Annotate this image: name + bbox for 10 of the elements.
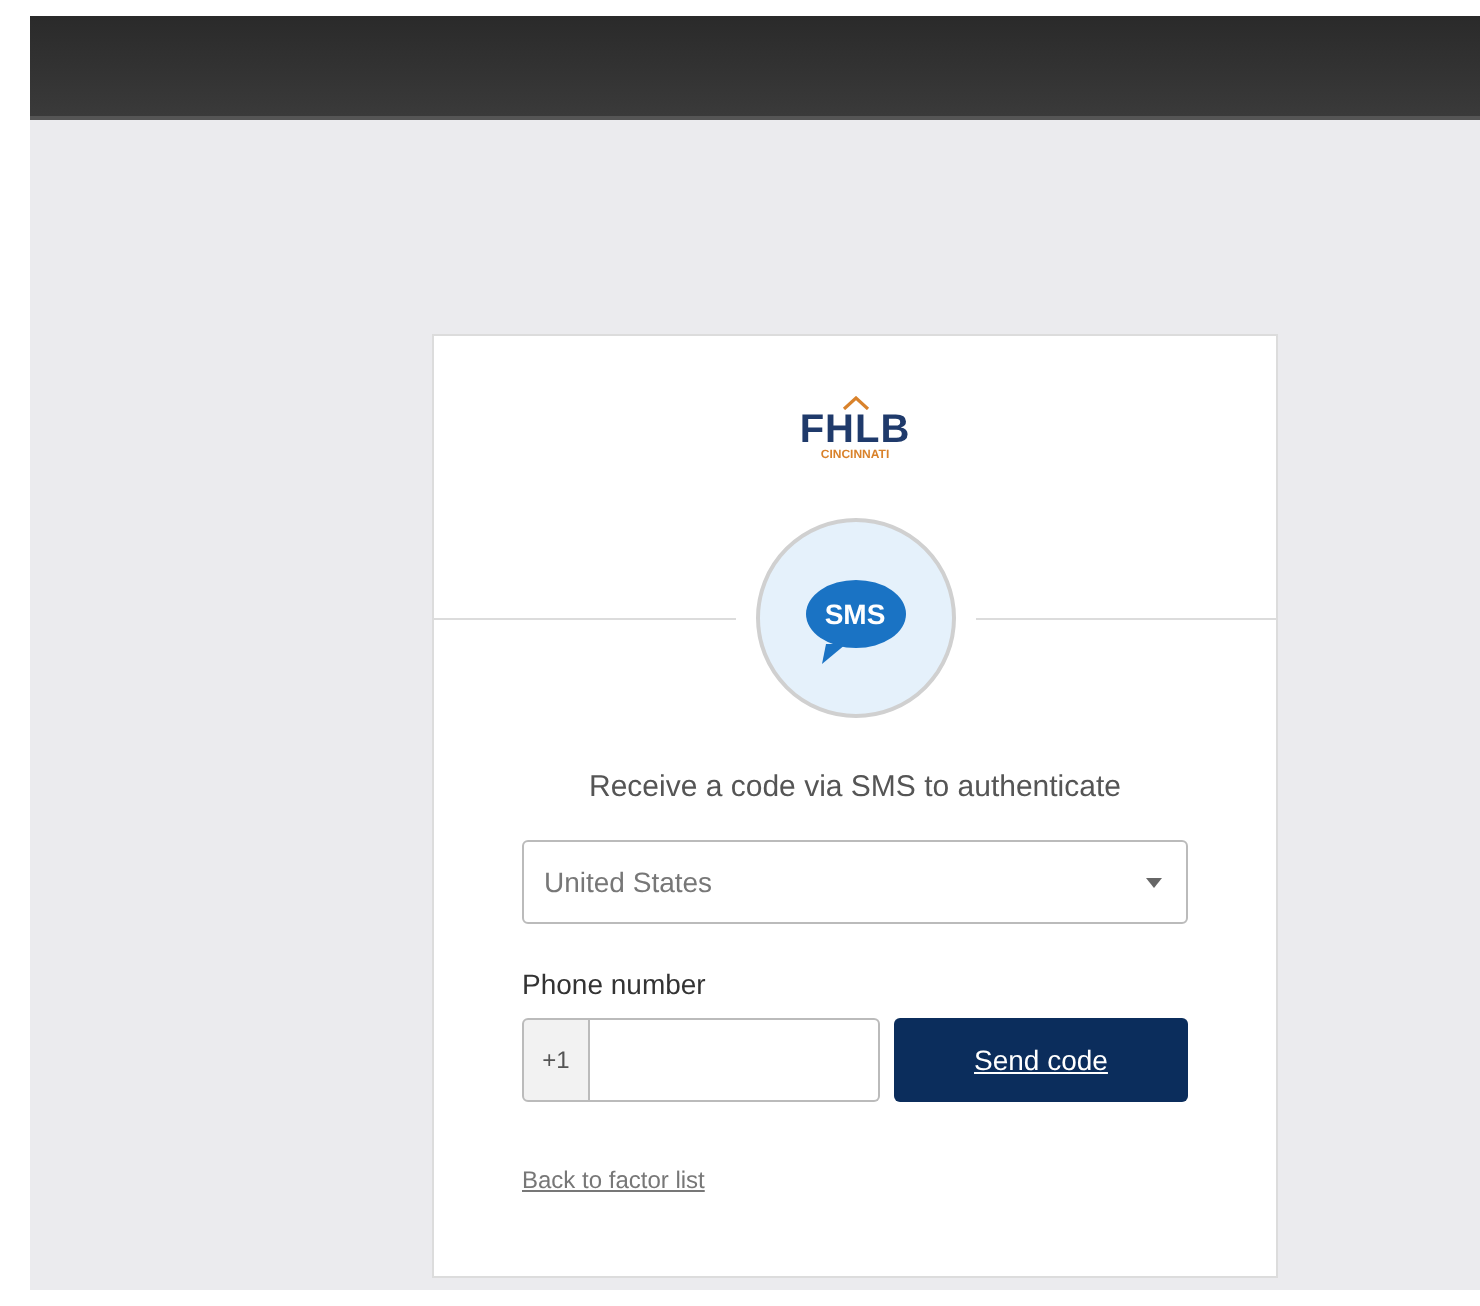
prompt-text: Receive a code via SMS to authenticate [587, 770, 1123, 804]
caret-icon [1146, 877, 1162, 887]
logo-text: FHLB [799, 410, 911, 450]
send-code-button[interactable]: Send code [894, 1018, 1188, 1102]
phone-input[interactable] [590, 1018, 880, 1102]
country-code: +1 [522, 1018, 590, 1102]
back-link[interactable]: Back to factor list [522, 1166, 705, 1194]
country-select[interactable]: United States [522, 840, 1188, 924]
field-label: Phone number [522, 968, 708, 1000]
roof-icon [841, 396, 869, 410]
